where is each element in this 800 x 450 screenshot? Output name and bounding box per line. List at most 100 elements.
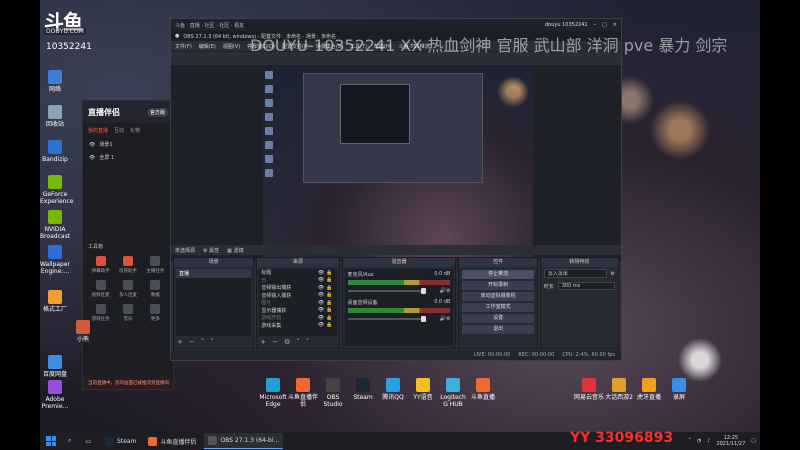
- desktop_icons_bottom-desktop-icon[interactable]: 斗鱼直播: [468, 378, 498, 401]
- desktop_icons_left-desktop-icon[interactable]: 小熊: [68, 320, 98, 343]
- desktop_icons_bottom-desktop-icon[interactable]: Microsoft Edge: [258, 378, 288, 408]
- down-icon[interactable]: ˅: [306, 338, 310, 346]
- tool-item[interactable]: 更多: [143, 304, 168, 322]
- lock-icon[interactable]: 🔒: [326, 307, 334, 313]
- tool-item[interactable]: 房管助手: [115, 256, 140, 274]
- gear-icon[interactable]: ⚙: [446, 316, 450, 322]
- down-icon[interactable]: ˅: [210, 338, 214, 346]
- task-view-icon[interactable]: ▭: [81, 433, 95, 449]
- source-row[interactable]: 显示器捕获 👁🔒: [259, 307, 336, 315]
- close-icon[interactable]: ×: [613, 22, 617, 28]
- desktop_icons_bottom-desktop-icon[interactable]: 腾讯QQ: [378, 378, 408, 401]
- desktop_icons_left-desktop-icon[interactable]: 网络: [40, 70, 70, 93]
- volume-icon[interactable]: ♪: [707, 438, 710, 444]
- clock[interactable]: 12:25 2021/11/27: [716, 435, 745, 447]
- remove-icon[interactable]: −: [272, 338, 278, 346]
- gear-icon[interactable]: ⚙: [284, 338, 290, 346]
- lock-icon[interactable]: 🔒: [326, 270, 334, 276]
- source-row[interactable]: 音频输出捕获 👁🔒: [259, 284, 336, 292]
- duration-input[interactable]: 300 ms: [557, 282, 615, 290]
- taskbar-app[interactable]: OBS 27.1.3 (64-bi...: [204, 433, 284, 449]
- eye-icon[interactable]: 👁: [318, 292, 326, 298]
- desktop_icons_left-desktop-icon[interactable]: 格式工厂: [40, 290, 70, 313]
- minimize-icon[interactable]: –: [594, 22, 597, 28]
- desktop_icons_right-desktop-icon[interactable]: 录屏: [664, 378, 694, 401]
- gear-icon[interactable]: ⚙: [446, 288, 450, 294]
- tool-item[interactable]: 主播任务: [143, 256, 168, 274]
- desktop_icons_bottom-desktop-icon[interactable]: 斗鱼直播伴侣: [288, 378, 318, 408]
- windows-start-icon[interactable]: [44, 434, 58, 448]
- desktop_icons_bottom-desktop-icon[interactable]: OBS Studio: [318, 378, 348, 408]
- desktop_icons_left-desktop-icon[interactable]: NVIDIA Broadcast: [40, 210, 70, 240]
- companion-scene-row[interactable]: 👁 场景1: [83, 138, 173, 151]
- maximize-icon[interactable]: □: [602, 22, 607, 28]
- desktop_icons_right-desktop-icon[interactable]: 虎牙直播: [634, 378, 664, 401]
- up-icon[interactable]: ˄: [201, 338, 205, 346]
- companion-tab-2[interactable]: 礼物: [130, 127, 140, 134]
- tool-item[interactable]: 数据: [143, 280, 168, 298]
- desktop_icons_left-desktop-icon[interactable]: Adobe Premie...: [40, 380, 70, 410]
- desktop_icons_right-desktop-icon[interactable]: 网易云音乐: [574, 378, 604, 401]
- companion-tab-1[interactable]: 互动: [114, 127, 124, 134]
- source-row[interactable]: 游戏开始 👁🔒: [259, 314, 336, 322]
- gear-icon[interactable]: ⚙: [611, 271, 615, 277]
- source-row[interactable]: 音频输入捕获 👁🔒: [259, 292, 336, 300]
- desktop_icons_left-desktop-icon[interactable]: GeForce Experience: [40, 175, 73, 205]
- properties-button[interactable]: ⚙ 属性: [203, 247, 219, 254]
- source-row[interactable]: 图片 👁🔒: [259, 299, 336, 307]
- control-button[interactable]: 停止推流: [462, 270, 534, 279]
- obs-preview[interactable]: [171, 65, 621, 261]
- source-row[interactable]: 游戏采集 👁🔒: [259, 322, 336, 330]
- desktop_icons_left-desktop-icon[interactable]: 百度网盘: [40, 355, 70, 378]
- network-icon[interactable]: ◔: [697, 438, 701, 444]
- control-button[interactable]: 工作室模式: [462, 303, 534, 312]
- up-icon[interactable]: ˄: [296, 338, 300, 346]
- desktop_icons_right-desktop-icon[interactable]: 大话西游2: [604, 378, 634, 401]
- eye-icon[interactable]: 👁: [89, 155, 95, 161]
- transition-select[interactable]: 淡入淡出: [543, 269, 607, 278]
- control-button[interactable]: 启动虚拟摄像机: [462, 292, 534, 301]
- eye-icon[interactable]: 👁: [89, 142, 95, 148]
- menu-item[interactable]: 编辑(E): [199, 43, 216, 50]
- desktop_icons_bottom-desktop-icon[interactable]: YY语音: [408, 378, 438, 401]
- menu-item[interactable]: 视图(V): [223, 43, 240, 50]
- lock-icon[interactable]: 🔒: [326, 285, 334, 291]
- lock-icon[interactable]: 🔒: [326, 277, 334, 283]
- eye-icon[interactable]: 👁: [318, 270, 326, 276]
- desktop_icons_bottom-desktop-icon[interactable]: Logitech G HUB: [438, 378, 468, 408]
- volume-slider[interactable]: [347, 316, 426, 322]
- eye-icon[interactable]: 👁: [318, 322, 326, 328]
- eye-icon[interactable]: 👁: [318, 315, 326, 321]
- user-name[interactable]: douyu 10352241: [545, 22, 588, 28]
- menu-item[interactable]: 文件(F): [175, 43, 192, 50]
- companion-scene-row-2[interactable]: 👁 全屏 1: [83, 151, 173, 164]
- obs-window[interactable]: 斗鱼 · 直播 · 社区 · 社区 · 看友 douyu 10352241 – …: [170, 18, 622, 361]
- search-icon[interactable]: ⌕: [64, 433, 75, 449]
- desktop_icons_bottom-desktop-icon[interactable]: Steam: [348, 378, 378, 401]
- tool-item[interactable]: 弹幕助手: [88, 256, 113, 274]
- volume-slider[interactable]: [347, 288, 426, 294]
- lock-icon[interactable]: 🔒: [326, 322, 334, 328]
- preview-canvas[interactable]: [263, 67, 533, 257]
- tray-chevron-icon[interactable]: ˄: [688, 438, 691, 444]
- scene-item[interactable]: 直播: [176, 269, 252, 278]
- desktop_icons_left-desktop-icon[interactable]: Wallpaper Engine:...: [40, 245, 70, 275]
- douyu-companion-window[interactable]: 直播伴侣 官方版 我的直播 互动 礼物 👁 场景1 👁 全屏 1 工具箱 弹幕助…: [82, 100, 174, 390]
- lock-icon[interactable]: 🔒: [326, 300, 334, 306]
- taskbar-app[interactable]: 斗鱼直播伴侣: [144, 433, 200, 449]
- filters-button[interactable]: ▦ 滤镜: [227, 247, 243, 254]
- tool-item[interactable]: 视频连麦: [88, 280, 113, 298]
- desktop_icons_left-desktop-icon[interactable]: 回收站: [40, 105, 70, 128]
- control-button[interactable]: 退出: [462, 325, 534, 334]
- control-button[interactable]: 设置: [462, 314, 534, 323]
- tool-item[interactable]: 多人连麦: [115, 280, 140, 298]
- notification-icon[interactable]: ▢: [751, 438, 756, 444]
- eye-icon[interactable]: 👁: [318, 300, 326, 306]
- tool-item[interactable]: 音乐: [115, 304, 140, 322]
- eye-icon[interactable]: 👁: [318, 277, 326, 283]
- eye-icon[interactable]: 👁: [318, 307, 326, 313]
- control-button[interactable]: 开始录制: [462, 281, 534, 290]
- desktop_icons_left-desktop-icon[interactable]: Bandizip: [40, 140, 70, 163]
- taskbar-app[interactable]: Steam: [101, 433, 140, 449]
- source-row[interactable]: 标题 👁🔒: [259, 269, 336, 277]
